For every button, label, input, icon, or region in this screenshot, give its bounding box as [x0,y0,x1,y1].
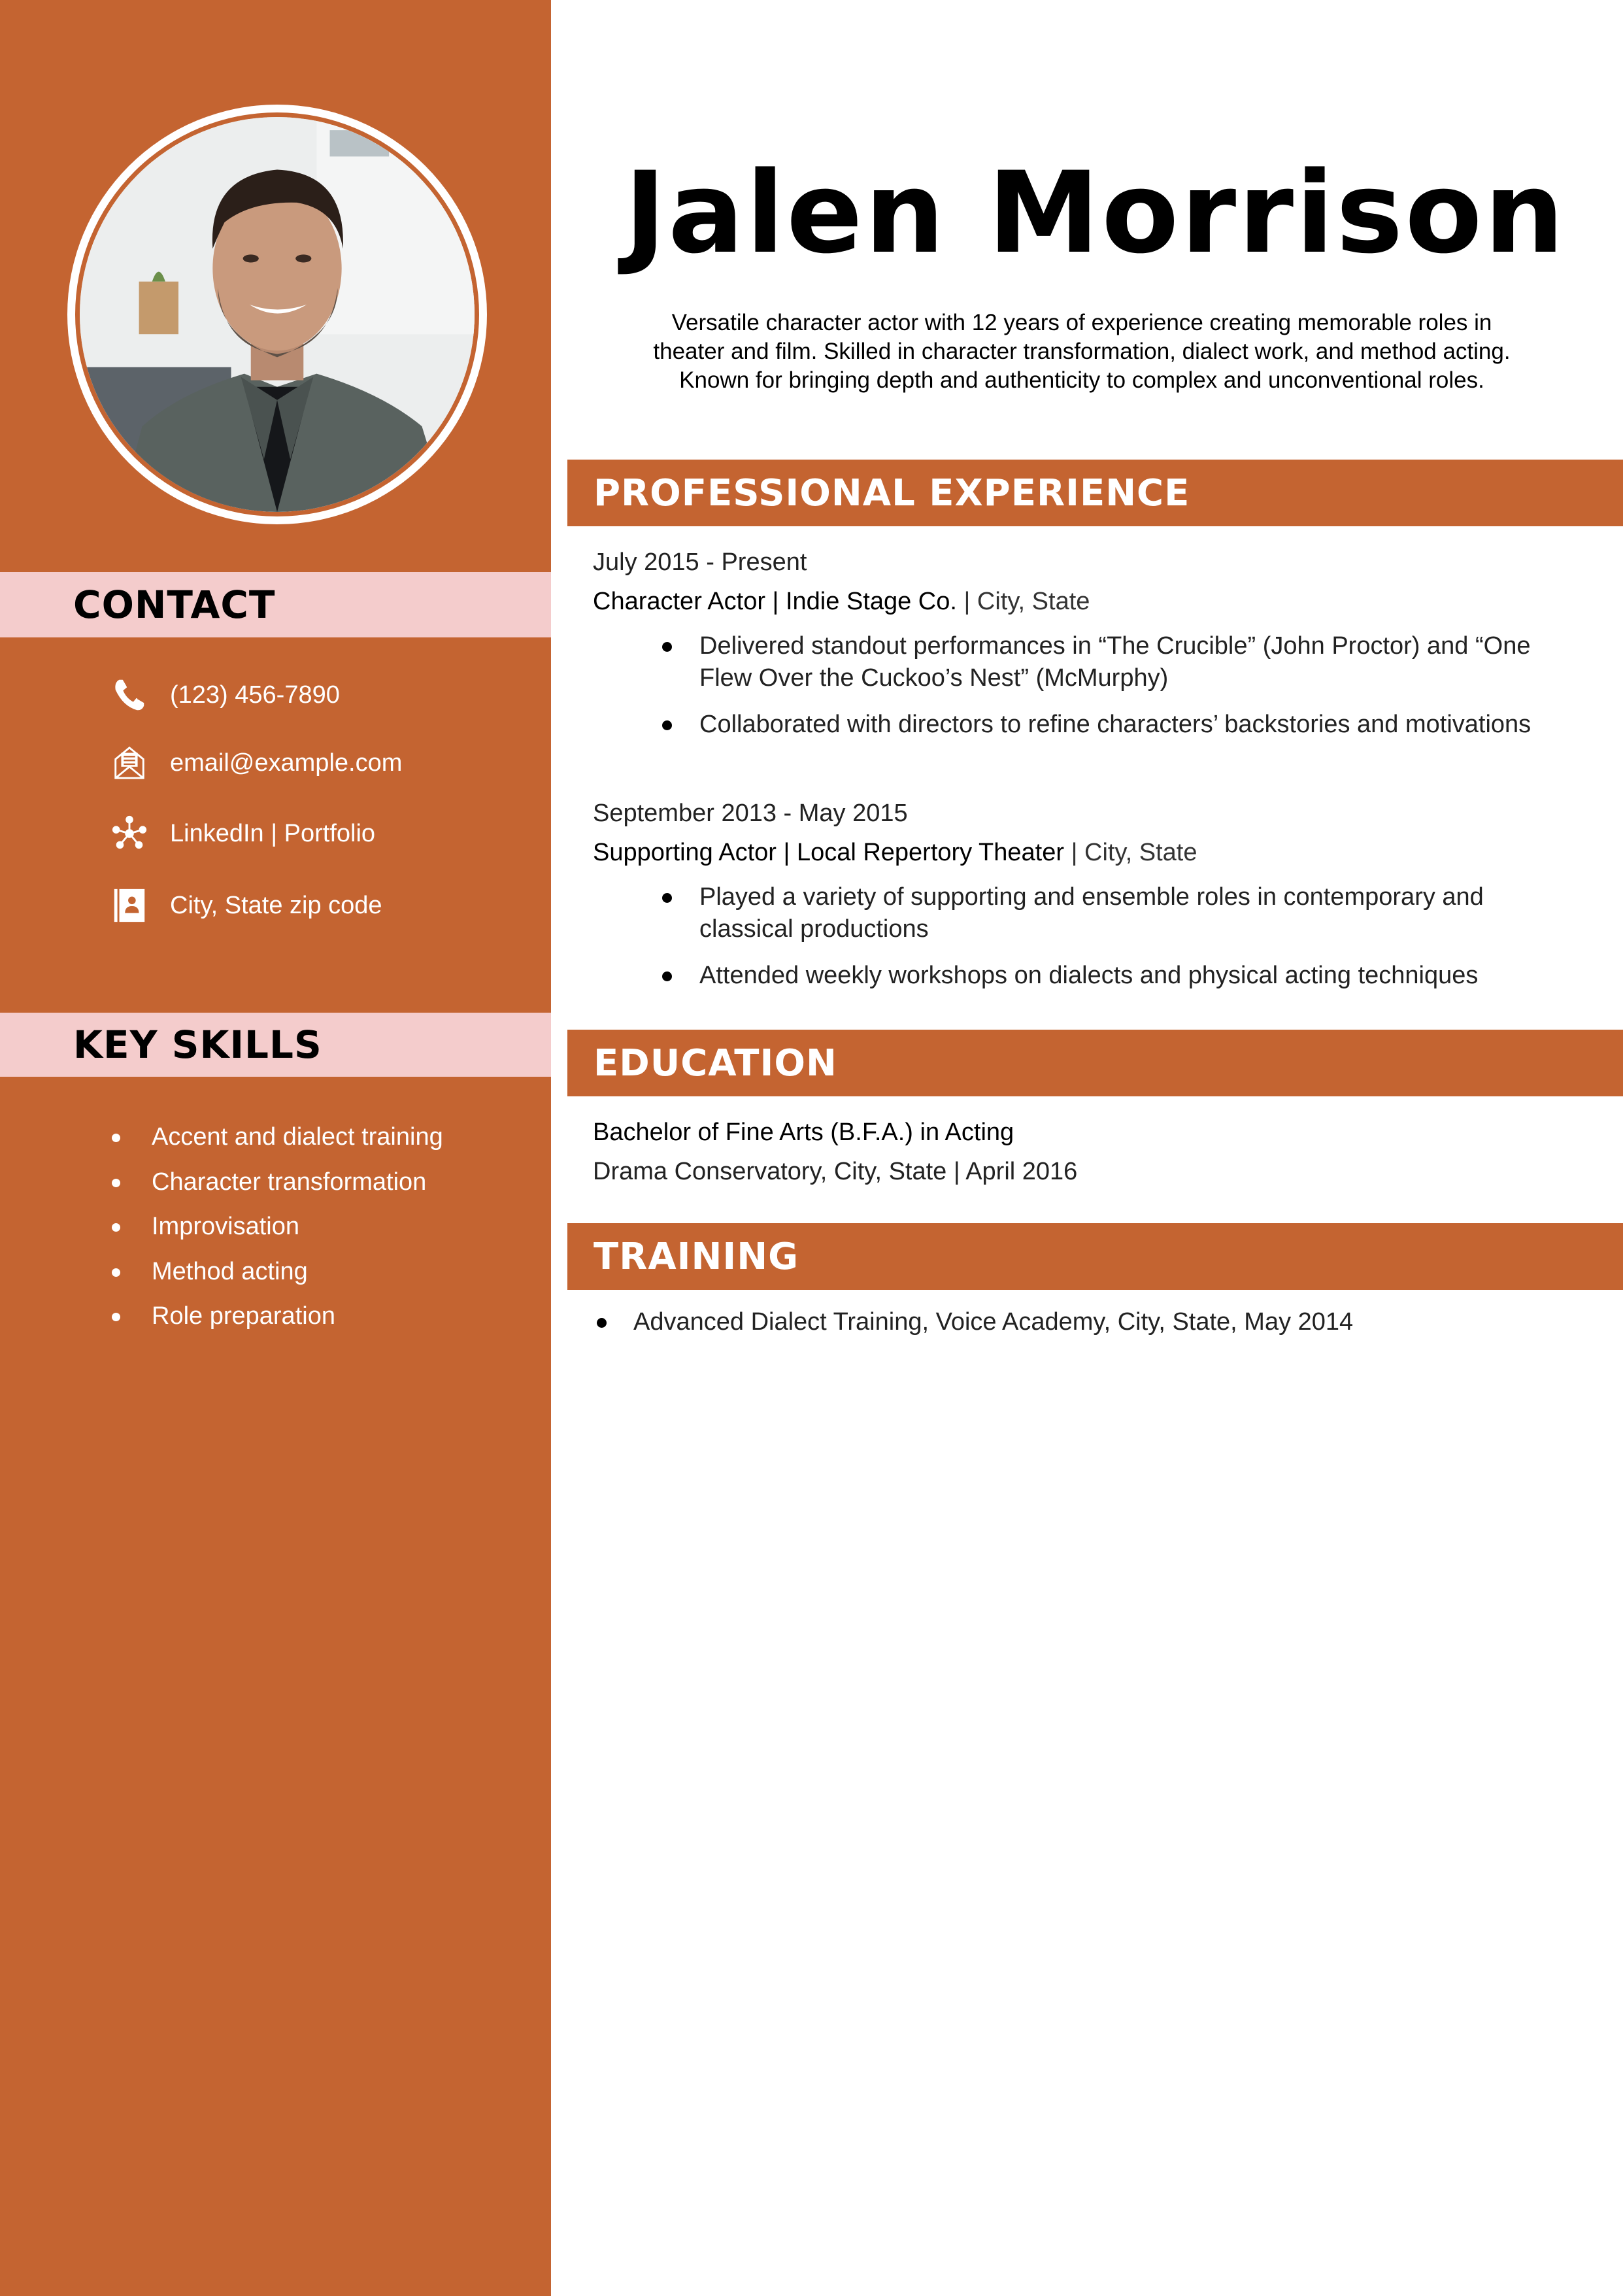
experience-heading: PROFESSIONAL EXPERIENCE [567,460,1623,526]
bullet-icon [662,893,672,903]
sidebar: CONTACT (123) 456-7890 email@example.com… [0,0,551,2296]
contact-address-text: City, State zip code [170,891,382,919]
skill-item: Method acting [110,1249,443,1294]
job-dates: September 2013 - May 2015 [593,800,908,827]
contact-phone[interactable]: (123) 456-7890 [110,672,340,718]
bullet-icon [597,1318,607,1328]
profile-photo-frame [67,105,487,524]
skill-item: Character transformation [110,1160,443,1205]
bullet-icon [112,1178,120,1187]
job-role: Supporting Actor | Local Repertory Theat… [593,833,1584,872]
job-entry: September 2013 - May 2015 Supporting Act… [593,794,1584,1006]
contact-links[interactable]: LinkedIn | Portfolio [110,811,375,856]
degree: Bachelor of Fine Arts (B.F.A.) in Acting [593,1119,1014,1146]
job-entry: July 2015 - Present Character Actor | In… [593,543,1584,755]
contact-links-text: LinkedIn | Portfolio [170,819,376,847]
contact-email[interactable]: email@example.com [110,740,402,786]
address-book-icon [110,886,149,925]
bullet-icon [112,1268,120,1277]
skills-list: Accent and dialect training Character tr… [110,1115,443,1339]
skill-item: Accent and dialect training [110,1115,443,1160]
contact-heading: CONTACT [0,572,551,637]
job-title-company: Character Actor | Indie Stage Co. [593,588,957,615]
contact-email-text: email@example.com [170,749,403,777]
bullet-icon [112,1313,120,1321]
job-location: | City, State [956,588,1090,615]
skill-item: Improvisation [110,1204,443,1249]
bullet-icon [662,971,672,981]
candidate-name: Jalen Morrison [624,147,1566,279]
key-skills-heading: KEY SKILLS [0,1013,551,1077]
job-bullet: Collaborated with directors to refine ch… [662,709,1584,741]
training-list: Advanced Dialect Training, Voice Academy… [593,1306,1584,1338]
education-heading: EDUCATION [567,1030,1623,1096]
job-location: | City, State [1064,839,1197,866]
contact-address: City, State zip code [110,883,382,928]
training-item: Advanced Dialect Training, Voice Academy… [597,1306,1584,1338]
network-icon [110,814,149,853]
bullet-icon [662,642,672,652]
job-bullets: Played a variety of supporting and ensem… [593,881,1584,992]
job-bullets: Delivered standout performances in “The … [593,630,1584,741]
portrait-illustration [80,117,475,512]
job-role: Character Actor | Indie Stage Co. | City… [593,582,1584,621]
job-bullet: Delivered standout performances in “The … [662,630,1584,694]
skill-item: Role preparation [110,1294,443,1339]
phone-icon [110,675,149,715]
job-dates: July 2015 - Present [593,549,807,576]
profile-photo [80,117,475,512]
bullet-icon [662,720,672,730]
profile-summary: Versatile character actor with 12 years … [653,310,1511,393]
education-entry: Bachelor of Fine Arts (B.F.A.) in Acting… [593,1113,1584,1191]
training-heading: TRAINING [567,1223,1623,1290]
training-entry: Advanced Dialect Training, Voice Academy… [593,1306,1584,1353]
bullet-icon [112,1134,120,1142]
job-bullet: Attended weekly workshops on dialects an… [662,960,1584,992]
bullet-icon [112,1223,120,1232]
school: Drama Conservatory, City, State | April … [593,1158,1078,1185]
job-title-company: Supporting Actor | Local Repertory Theat… [593,839,1065,866]
email-icon [110,743,149,783]
contact-phone-text: (123) 456-7890 [170,681,340,709]
job-bullet: Played a variety of supporting and ensem… [662,881,1584,945]
